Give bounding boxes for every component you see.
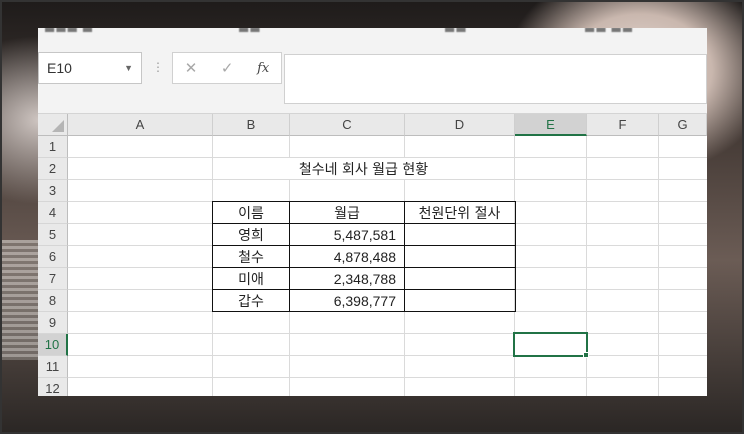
- table-border-line: [289, 201, 290, 312]
- row-header-4[interactable]: 4: [38, 202, 68, 224]
- formula-bar: E10 ▼ ⋮ ✕ ✓ fx: [38, 38, 707, 114]
- cell-name[interactable]: 미애: [213, 268, 289, 290]
- table-border-line: [212, 267, 516, 268]
- excel-window: E10 ▼ ⋮ ✕ ✓ fx A B C D E F G 1 2 3 4 5 6…: [38, 38, 707, 396]
- column-header-d[interactable]: D: [405, 114, 515, 136]
- cell-salary[interactable]: 5,487,581: [290, 224, 404, 246]
- table-border-line: [212, 245, 516, 246]
- insert-function-icon[interactable]: fx: [257, 61, 269, 76]
- cell-truncated[interactable]: [405, 268, 514, 290]
- row-header-11[interactable]: 11: [38, 356, 68, 378]
- row-header-5[interactable]: 5: [38, 224, 68, 246]
- table-border-line: [404, 201, 405, 312]
- row-header-8[interactable]: 8: [38, 290, 68, 312]
- row-header-9[interactable]: 9: [38, 312, 68, 334]
- column-header-c[interactable]: C: [290, 114, 405, 136]
- column-header-e[interactable]: E: [515, 114, 587, 136]
- row-header-2[interactable]: 2: [38, 158, 68, 180]
- ribbon-group-labels-cut: ▬▬▬ ▬ ▬▬ ▬▬ ▬▬ ▬▬: [38, 28, 707, 38]
- row-header-10[interactable]: 10: [38, 334, 68, 356]
- table-border-line: [212, 289, 516, 290]
- cell-name[interactable]: 영희: [213, 224, 289, 246]
- row-header-7[interactable]: 7: [38, 268, 68, 290]
- column-header-a[interactable]: A: [68, 114, 213, 136]
- table-border-line: [212, 223, 516, 224]
- row-header-12[interactable]: 12: [38, 378, 68, 396]
- cell-name[interactable]: 철수: [213, 246, 289, 268]
- gridline: [514, 136, 515, 396]
- select-all-corner[interactable]: [38, 114, 68, 136]
- row-header-3[interactable]: 3: [38, 180, 68, 202]
- formula-buttons: ✕ ✓ fx: [172, 52, 282, 84]
- header-cell-name[interactable]: 이름: [213, 202, 289, 224]
- header-cell-salary[interactable]: 월급: [290, 202, 404, 224]
- chevron-down-icon[interactable]: ▼: [124, 63, 133, 73]
- name-box-value: E10: [47, 60, 72, 76]
- cancel-icon[interactable]: ✕: [185, 59, 198, 77]
- cell-salary[interactable]: 6,398,777: [290, 290, 404, 312]
- fill-handle[interactable]: [583, 352, 589, 358]
- cell-salary[interactable]: 2,348,788: [290, 268, 404, 290]
- cell-salary[interactable]: 4,878,488: [290, 246, 404, 268]
- drag-handle-icon[interactable]: ⋮: [152, 60, 164, 74]
- selected-cell-e10[interactable]: [513, 332, 588, 357]
- cell-truncated[interactable]: [405, 224, 514, 246]
- cell-name[interactable]: 갑수: [213, 290, 289, 312]
- enter-icon[interactable]: ✓: [221, 59, 234, 77]
- cell-truncated[interactable]: [405, 290, 514, 312]
- row-header-1[interactable]: 1: [38, 136, 68, 158]
- row-header-6[interactable]: 6: [38, 246, 68, 268]
- column-header-f[interactable]: F: [587, 114, 659, 136]
- gridline: [68, 333, 707, 334]
- formula-input[interactable]: [284, 54, 707, 104]
- gridline: [658, 136, 659, 396]
- column-header-b[interactable]: B: [213, 114, 290, 136]
- gridline: [68, 179, 707, 180]
- header-cell-truncated[interactable]: 천원단위 절사: [405, 202, 514, 224]
- gridline: [68, 377, 707, 378]
- name-box[interactable]: E10 ▼: [38, 52, 142, 84]
- sheet-title: 철수네 회사 월급 현황: [298, 161, 429, 178]
- cell-truncated[interactable]: [405, 246, 514, 268]
- gridline: [68, 355, 707, 356]
- column-header-g[interactable]: G: [659, 114, 707, 136]
